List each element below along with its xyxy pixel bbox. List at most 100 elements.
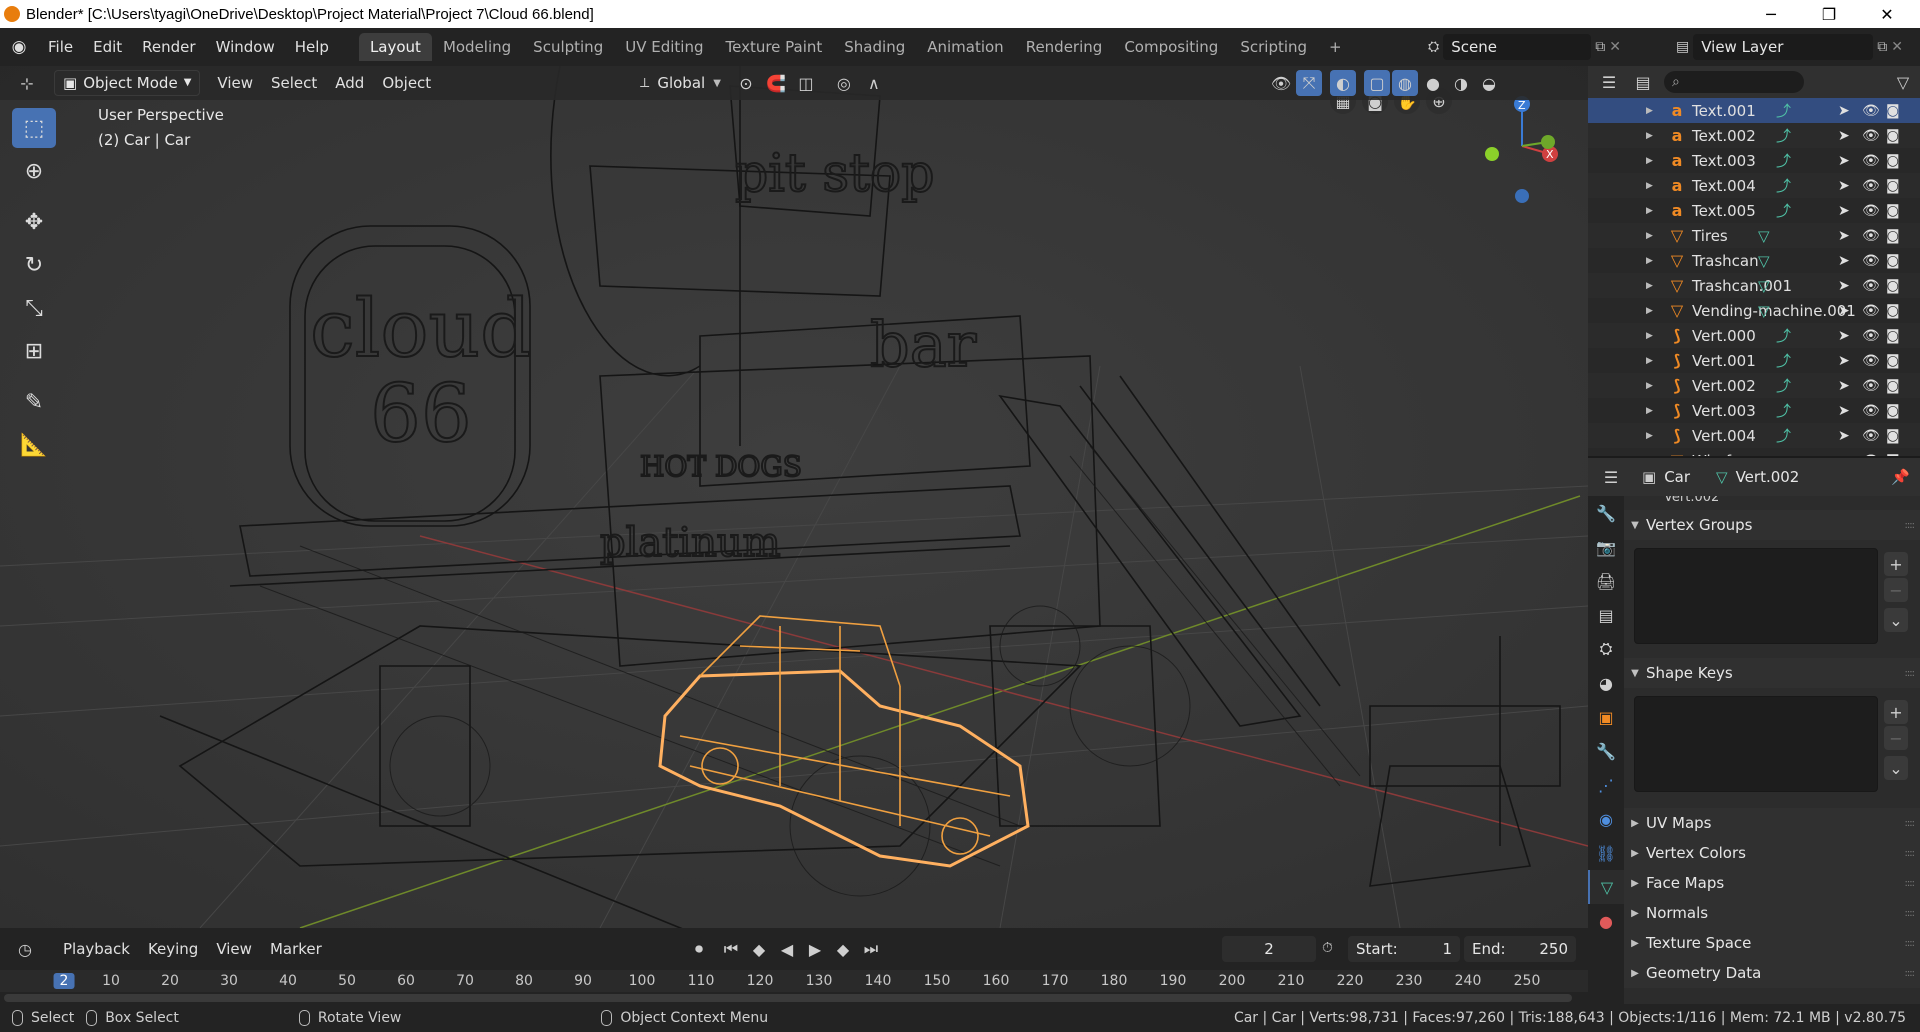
expand-arrow-icon[interactable]: ▶ [1646, 431, 1653, 441]
curve-data-icon[interactable]: ⤴ [1776, 325, 1791, 346]
play-reverse-icon[interactable]: ◀ [774, 936, 800, 962]
camera-render-icon[interactable]: ◙ [1886, 353, 1900, 369]
blender-menu-icon[interactable]: ◉ [0, 37, 38, 57]
camera-render-icon[interactable]: ◙ [1886, 178, 1900, 194]
tab-animation[interactable]: Animation [916, 33, 1014, 61]
mesh-data-icon[interactable]: ▽ [1758, 302, 1770, 320]
add-vertex-group-button[interactable]: + [1884, 552, 1908, 576]
selectable-cursor-icon[interactable]: ➤ [1838, 303, 1850, 319]
material-tab-icon[interactable]: ● [1588, 904, 1624, 938]
camera-render-icon[interactable]: ◙ [1886, 253, 1900, 269]
curve-data-icon[interactable]: ⤴ [1776, 400, 1791, 421]
menu-file[interactable]: File [38, 34, 83, 60]
expand-arrow-icon[interactable]: ▶ [1646, 306, 1653, 316]
close-button[interactable]: ✕ [1858, 0, 1916, 28]
camera-render-icon[interactable]: ◙ [1886, 203, 1900, 219]
menu-playback[interactable]: Playback [54, 940, 139, 958]
curve-data-icon[interactable]: ⤴ [1776, 375, 1791, 396]
outliner-row[interactable]: ▶ a Text.004 ⤴ ➤ 👁 ◙ [1588, 173, 1920, 198]
outliner-row[interactable]: ▶ ⟆ Vert.004 ⤴ ➤ 👁 ◙ [1588, 423, 1920, 448]
shape-keys-list[interactable] [1634, 696, 1878, 792]
world-tab-icon[interactable]: ◕ [1588, 666, 1624, 700]
drag-grip-icon[interactable]: :::: [1905, 938, 1916, 949]
tab-texture-paint[interactable]: Texture Paint [714, 33, 833, 61]
display-mode-icon[interactable]: ▤ [1630, 69, 1656, 95]
proportional-edit-icon[interactable]: ◎ [831, 70, 857, 96]
selectable-cursor-icon[interactable]: ➤ [1838, 103, 1850, 119]
curve-data-icon[interactable]: ⤴ [1776, 200, 1791, 221]
curve-data-icon[interactable]: ⤴ [1776, 350, 1791, 371]
eye-icon[interactable]: 👁 [1862, 328, 1880, 344]
selectable-cursor-icon[interactable]: ➤ [1838, 253, 1850, 269]
tab-compositing[interactable]: Compositing [1113, 33, 1229, 61]
selectable-cursor-icon[interactable]: ➤ [1838, 153, 1850, 169]
curve-data-icon[interactable]: ⤴ [1776, 100, 1791, 121]
new-scene-icon[interactable]: ⧉ [1595, 39, 1605, 55]
add-shape-key-button[interactable]: + [1884, 700, 1908, 724]
outliner-search-input[interactable]: ⌕ [1664, 71, 1804, 93]
scale-icon[interactable]: ⤡ [12, 288, 56, 328]
tab-scripting[interactable]: Scripting [1229, 33, 1318, 61]
current-frame-marker[interactable]: 2 [53, 973, 75, 989]
curve-data-icon[interactable]: ⤴ [1776, 125, 1791, 146]
expand-arrow-icon[interactable]: ▶ [1646, 156, 1653, 166]
data-tab-icon[interactable]: ▽ [1588, 870, 1624, 904]
constraints-tab-icon[interactable]: ⛓ [1588, 836, 1624, 870]
drag-grip-icon[interactable]: :::: [1905, 668, 1916, 679]
panel-texture-space[interactable]: ▶ Texture Space:::: [1624, 928, 1920, 958]
eye-icon[interactable]: 👁 [1862, 203, 1880, 219]
remove-view-layer-icon[interactable]: ✕ [1891, 39, 1903, 55]
expand-arrow-icon[interactable]: ▶ [1646, 231, 1653, 241]
outliner-row[interactable]: ▶ ⟆ Vert.000 ⤴ ➤ 👁 ◙ [1588, 323, 1920, 348]
render-tab-icon[interactable]: 📷 [1588, 530, 1624, 564]
outliner-row[interactable]: ▶ ⟆ Vert.003 ⤴ ➤ 👁 ◙ [1588, 398, 1920, 423]
outliner-row[interactable]: ▶ a Text.002 ⤴ ➤ 👁 ◙ [1588, 123, 1920, 148]
mesh-data-icon[interactable]: ▽ [1758, 277, 1770, 295]
selectable-cursor-icon[interactable]: ➤ [1838, 378, 1850, 394]
selectable-cursor-icon[interactable]: ➤ [1838, 428, 1850, 444]
pivot-point-icon[interactable]: ⊙ [733, 70, 759, 96]
eye-icon[interactable]: 👁 [1862, 178, 1880, 194]
cursor-icon[interactable]: ⊕ [12, 151, 56, 191]
outliner-row[interactable]: ▶ ⟆ Vert.002 ⤴ ➤ 👁 ◙ [1588, 373, 1920, 398]
eye-icon[interactable]: 👁 [1862, 253, 1880, 269]
pin-icon[interactable]: 📌 [1891, 468, 1910, 486]
selectable-cursor-icon[interactable]: ➤ [1838, 178, 1850, 194]
drag-grip-icon[interactable]: :::: [1905, 818, 1916, 829]
expand-arrow-icon[interactable]: ▶ [1646, 356, 1653, 366]
particles-tab-icon[interactable]: ⋰ [1588, 768, 1624, 802]
expand-arrow-icon[interactable]: ▶ [1646, 406, 1653, 416]
camera-render-icon[interactable]: ◙ [1886, 428, 1900, 444]
outliner-row[interactable]: ▶ ▽ Trashcan.001 ▽ ➤ 👁 ◙ [1588, 273, 1920, 298]
3d-viewport[interactable]: cloud 66 bar pit stop HOT DOGS platinum … [0, 66, 1588, 928]
eye-icon[interactable]: 👁 [1862, 353, 1880, 369]
expand-arrow-icon[interactable]: ▶ [1646, 206, 1653, 216]
expand-arrow-icon[interactable]: ▶ [1646, 131, 1653, 141]
drag-grip-icon[interactable]: :::: [1905, 968, 1916, 979]
scene-field[interactable]: Scene [1443, 34, 1592, 60]
menu-render[interactable]: Render [132, 34, 205, 60]
solid-shading-icon[interactable]: ● [1420, 70, 1446, 96]
falloff-icon[interactable]: ∧ [861, 70, 887, 96]
selectable-cursor-icon[interactable]: ➤ [1838, 128, 1850, 144]
visibility-selectability-icon[interactable]: 👁 [1268, 70, 1294, 96]
object-tab-icon[interactable]: ▣ [1588, 700, 1624, 734]
selectable-cursor-icon[interactable]: ➤ [1838, 403, 1850, 419]
expand-arrow-icon[interactable]: ▶ [1646, 331, 1653, 341]
menu-edit[interactable]: Edit [83, 34, 132, 60]
outliner-row[interactable]: ▶ ▽ Vending-machine.001 ▽ ➤ 👁 ◙ [1588, 298, 1920, 323]
add-workspace-button[interactable]: + [1318, 33, 1353, 61]
jump-keyframe-forward-icon[interactable]: ◆ [830, 936, 856, 962]
snap-target-icon[interactable]: ◫ [793, 70, 819, 96]
eye-icon[interactable]: 👁 [1862, 303, 1880, 319]
camera-render-icon[interactable]: ◙ [1886, 128, 1900, 144]
tab-layout[interactable]: Layout [358, 33, 432, 61]
expand-arrow-icon[interactable]: ▶ [1646, 281, 1653, 291]
panel-vertex-groups[interactable]: ▼ Vertex Groups:::: [1624, 510, 1920, 540]
mesh-data-icon[interactable]: ▽ [1758, 227, 1770, 245]
eye-icon[interactable]: 👁 [1862, 428, 1880, 444]
vertex-group-specials-button[interactable]: ⌄ [1884, 608, 1908, 632]
gizmo-toggle-icon[interactable]: ⤧ [1296, 70, 1322, 96]
stopwatch-icon[interactable]: ⏱ [1322, 940, 1333, 956]
camera-render-icon[interactable]: ◙ [1886, 403, 1900, 419]
